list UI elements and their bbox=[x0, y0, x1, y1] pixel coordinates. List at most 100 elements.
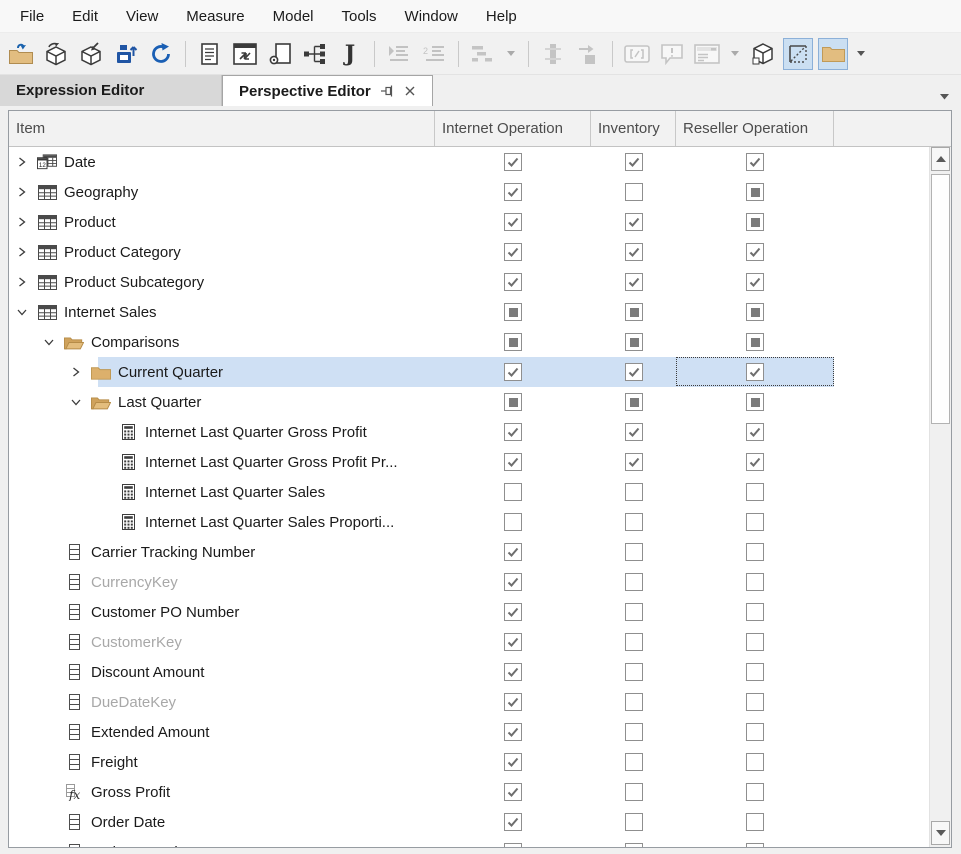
menu-file[interactable]: File bbox=[6, 0, 58, 32]
checkbox-inventory[interactable] bbox=[625, 153, 643, 171]
expand-toggle[interactable] bbox=[71, 364, 87, 380]
expand-toggle[interactable] bbox=[44, 334, 60, 350]
tree-row[interactable]: Freight bbox=[9, 747, 930, 777]
checkbox-reseller-operation[interactable] bbox=[746, 273, 764, 291]
checkbox-inventory[interactable] bbox=[625, 453, 643, 471]
checkbox-reseller-operation[interactable] bbox=[746, 393, 764, 411]
menu-view[interactable]: View bbox=[112, 0, 172, 32]
close-icon[interactable] bbox=[404, 85, 416, 97]
checkbox-reseller-operation[interactable] bbox=[746, 183, 764, 201]
checkbox-internet-operation[interactable] bbox=[504, 243, 522, 261]
new-calculated-item-button[interactable] bbox=[265, 38, 295, 70]
vertical-scrollbar[interactable] bbox=[929, 147, 951, 847]
checkbox-inventory[interactable] bbox=[625, 813, 643, 831]
tab-perspective-editor[interactable]: Perspective Editor bbox=[222, 75, 433, 106]
checkbox-internet-operation[interactable] bbox=[504, 723, 522, 741]
checkbox-internet-operation[interactable] bbox=[504, 183, 522, 201]
checkbox-inventory[interactable] bbox=[625, 573, 643, 591]
expand-toggle[interactable] bbox=[17, 274, 33, 290]
checkbox-reseller-operation[interactable] bbox=[746, 483, 764, 501]
tree-row[interactable]: CurrencyKey bbox=[9, 567, 930, 597]
checkbox-reseller-operation[interactable] bbox=[746, 363, 764, 381]
scroll-up-button[interactable] bbox=[931, 147, 950, 171]
tree-row[interactable]: CustomerKey bbox=[9, 627, 930, 657]
save-button[interactable] bbox=[111, 38, 141, 70]
checkbox-inventory[interactable] bbox=[625, 603, 643, 621]
column-header-item[interactable]: Item bbox=[9, 111, 435, 146]
checkbox-reseller-operation[interactable] bbox=[746, 633, 764, 651]
refresh-button[interactable] bbox=[146, 38, 176, 70]
tree-row[interactable]: Last Quarter bbox=[9, 387, 930, 417]
checkbox-internet-operation[interactable] bbox=[504, 783, 522, 801]
checkbox-reseller-operation[interactable] bbox=[746, 213, 764, 231]
checkbox-internet-operation[interactable] bbox=[504, 213, 522, 231]
checkbox-internet-operation[interactable] bbox=[504, 153, 522, 171]
checkbox-reseller-operation[interactable] bbox=[746, 753, 764, 771]
checkbox-reseller-operation[interactable] bbox=[746, 453, 764, 471]
deploy-model-button[interactable] bbox=[41, 38, 71, 70]
open-file-button[interactable] bbox=[6, 38, 36, 70]
tree-row[interactable]: fxGross Profit bbox=[9, 777, 930, 807]
checkbox-reseller-operation[interactable] bbox=[746, 573, 764, 591]
tree-row[interactable]: Internet Last Quarter Sales bbox=[9, 477, 930, 507]
checkbox-internet-operation[interactable] bbox=[504, 753, 522, 771]
new-measure-button[interactable] bbox=[195, 38, 225, 70]
tree-row[interactable]: Carrier Tracking Number bbox=[9, 537, 930, 567]
checkbox-inventory[interactable] bbox=[625, 393, 643, 411]
checkbox-inventory[interactable] bbox=[625, 693, 643, 711]
script-window-button[interactable] bbox=[230, 38, 260, 70]
checkbox-inventory[interactable] bbox=[625, 363, 643, 381]
checkbox-internet-operation[interactable] bbox=[504, 363, 522, 381]
expand-toggle[interactable] bbox=[17, 154, 33, 170]
checkbox-inventory[interactable] bbox=[625, 333, 643, 351]
column-header-inventory[interactable]: Inventory bbox=[591, 111, 676, 146]
tree-row[interactable]: Internet Sales bbox=[9, 297, 930, 327]
checkbox-internet-operation[interactable] bbox=[504, 663, 522, 681]
menu-tools[interactable]: Tools bbox=[328, 0, 391, 32]
view-options-dropdown-button[interactable] bbox=[853, 38, 869, 70]
checkbox-internet-operation[interactable] bbox=[504, 843, 522, 847]
checkbox-reseller-operation[interactable] bbox=[746, 693, 764, 711]
checkbox-inventory[interactable] bbox=[625, 423, 643, 441]
expand-toggle[interactable] bbox=[71, 394, 87, 410]
checkbox-inventory[interactable] bbox=[625, 783, 643, 801]
checkbox-inventory[interactable] bbox=[625, 633, 643, 651]
scrollbar-thumb[interactable] bbox=[931, 174, 950, 424]
checkbox-reseller-operation[interactable] bbox=[746, 333, 764, 351]
checkbox-inventory[interactable] bbox=[625, 303, 643, 321]
checkbox-reseller-operation[interactable] bbox=[746, 243, 764, 261]
checkbox-internet-operation[interactable] bbox=[504, 573, 522, 591]
menu-edit[interactable]: Edit bbox=[58, 0, 112, 32]
checkbox-reseller-operation[interactable] bbox=[746, 783, 764, 801]
tree-row[interactable]: Discount Amount bbox=[9, 657, 930, 687]
checkbox-reseller-operation[interactable] bbox=[746, 153, 764, 171]
checkbox-inventory[interactable] bbox=[625, 753, 643, 771]
tree-row[interactable]: Internet Last Quarter Gross Profit Pr... bbox=[9, 447, 930, 477]
checkbox-internet-operation[interactable] bbox=[504, 453, 522, 471]
checkbox-internet-operation[interactable] bbox=[504, 813, 522, 831]
column-header-reseller-operation[interactable]: Reseller Operation bbox=[676, 111, 834, 146]
checkbox-reseller-operation[interactable] bbox=[746, 513, 764, 531]
checkbox-internet-operation[interactable] bbox=[504, 333, 522, 351]
perspectives-button[interactable] bbox=[748, 38, 778, 70]
toggle-hidden-objects-button[interactable] bbox=[783, 38, 813, 70]
checkbox-internet-operation[interactable] bbox=[504, 603, 522, 621]
checkbox-inventory[interactable] bbox=[625, 483, 643, 501]
menu-model[interactable]: Model bbox=[259, 0, 328, 32]
checkbox-reseller-operation[interactable] bbox=[746, 813, 764, 831]
tab-list-dropdown-icon[interactable] bbox=[940, 87, 949, 105]
checkbox-internet-operation[interactable] bbox=[504, 543, 522, 561]
expand-toggle[interactable] bbox=[17, 244, 33, 260]
checkbox-inventory[interactable] bbox=[625, 273, 643, 291]
checkbox-reseller-operation[interactable] bbox=[746, 423, 764, 441]
tree-row[interactable]: Order Quantity bbox=[9, 837, 930, 847]
checkbox-internet-operation[interactable] bbox=[504, 633, 522, 651]
checkbox-internet-operation[interactable] bbox=[504, 513, 522, 531]
tree-row[interactable]: Customer PO Number bbox=[9, 597, 930, 627]
format-dax-button[interactable]: J bbox=[335, 38, 365, 70]
checkbox-inventory[interactable] bbox=[625, 213, 643, 231]
checkbox-reseller-operation[interactable] bbox=[746, 603, 764, 621]
scroll-down-button[interactable] bbox=[931, 821, 950, 845]
checkbox-inventory[interactable] bbox=[625, 543, 643, 561]
expand-toggle[interactable] bbox=[17, 184, 33, 200]
